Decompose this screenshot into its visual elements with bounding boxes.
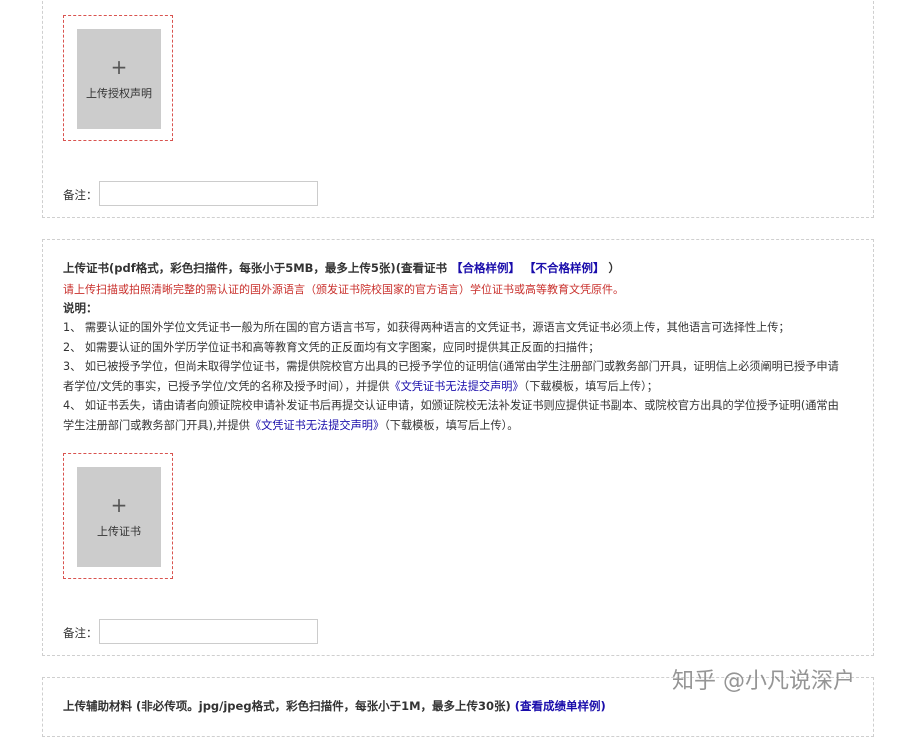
- note-4: 4、 如证书丢失，请由请者向颁证院校申请补发证书后再提交认证申请，如颁证院校无法…: [63, 396, 847, 435]
- note-3-statement-link[interactable]: 《文凭证书无法提交声明》: [389, 380, 523, 393]
- transcript-sample-link[interactable]: (查看成绩单样例): [515, 699, 606, 713]
- unqualified-sample-link[interactable]: 【不合格样例】: [524, 261, 605, 275]
- note-3: 3、 如已被授予学位，但尚未取得学位证书，需提供院校官方出具的已授予学位的证明信…: [63, 357, 847, 396]
- note-4-tail: （下载模板，填写后上传）。: [384, 418, 519, 432]
- cert-notes: 1、 需要认证的国外学位文凭证书一般为所在国的官方语言书写，如获得两种语言的文凭…: [63, 318, 847, 435]
- cert-upload-section: 上传证书(pdf格式，彩色扫描件，每张小于5MB，最多上传5张)(查看证书 【合…: [42, 239, 874, 656]
- aux-title-text: 上传辅助材料 (非必传项。jpg/jpeg格式，彩色扫描件，每张小于1M，最多上…: [63, 699, 511, 713]
- zhihu-watermark: 知乎 @小凡说深户: [672, 669, 855, 694]
- upload-auth-statement-button[interactable]: + 上传授权声明: [77, 29, 161, 129]
- cert-title-text: 上传证书(pdf格式，彩色扫描件，每张小于5MB，最多上传5张)(查看证书: [63, 261, 447, 275]
- notes-heading: 说明：: [63, 301, 98, 315]
- cert-section-title: 上传证书(pdf格式，彩色扫描件，每张小于5MB，最多上传5张)(查看证书 【合…: [63, 260, 620, 276]
- plus-icon: +: [110, 55, 128, 79]
- remark-label: 备注：: [63, 626, 98, 640]
- upload-auth-label: 上传授权声明: [86, 87, 152, 100]
- upload-cert-label: 上传证书: [97, 525, 141, 538]
- note-1: 1、 需要认证的国外学位文凭证书一般为所在国的官方语言书写，如获得两种语言的文凭…: [63, 321, 790, 334]
- plus-icon: +: [110, 493, 128, 517]
- note-4-statement-link[interactable]: 《文凭证书无法提交声明》: [250, 419, 384, 432]
- auth-upload-frame: + 上传授权声明: [63, 15, 173, 141]
- note-2: 2、 如需要认证的国外学历学位证书和高等教育文凭的正反面均有文字图案，应同时提供…: [63, 340, 600, 354]
- cert-title-suffix: ）: [608, 261, 621, 275]
- cert-remark-input[interactable]: [99, 619, 318, 644]
- auth-remark-input[interactable]: [99, 181, 318, 206]
- aux-section-title: 上传辅助材料 (非必传项。jpg/jpeg格式，彩色扫描件，每张小于1M，最多上…: [63, 698, 606, 714]
- upload-certificate-button[interactable]: + 上传证书: [77, 467, 161, 567]
- note-3-tail: （下载模板，填写后上传）；: [523, 379, 658, 393]
- cert-red-note: 请上传扫描或拍照清晰完整的需认证的国外源语言（颁发证书院校国家的官方语言）学位证…: [63, 283, 624, 296]
- auth-upload-section: + 上传授权声明 备注：: [42, 0, 874, 218]
- remark-label: 备注：: [63, 188, 98, 202]
- qualified-sample-link[interactable]: 【合格样例】: [451, 261, 520, 275]
- cert-upload-frame: + 上传证书: [63, 453, 173, 579]
